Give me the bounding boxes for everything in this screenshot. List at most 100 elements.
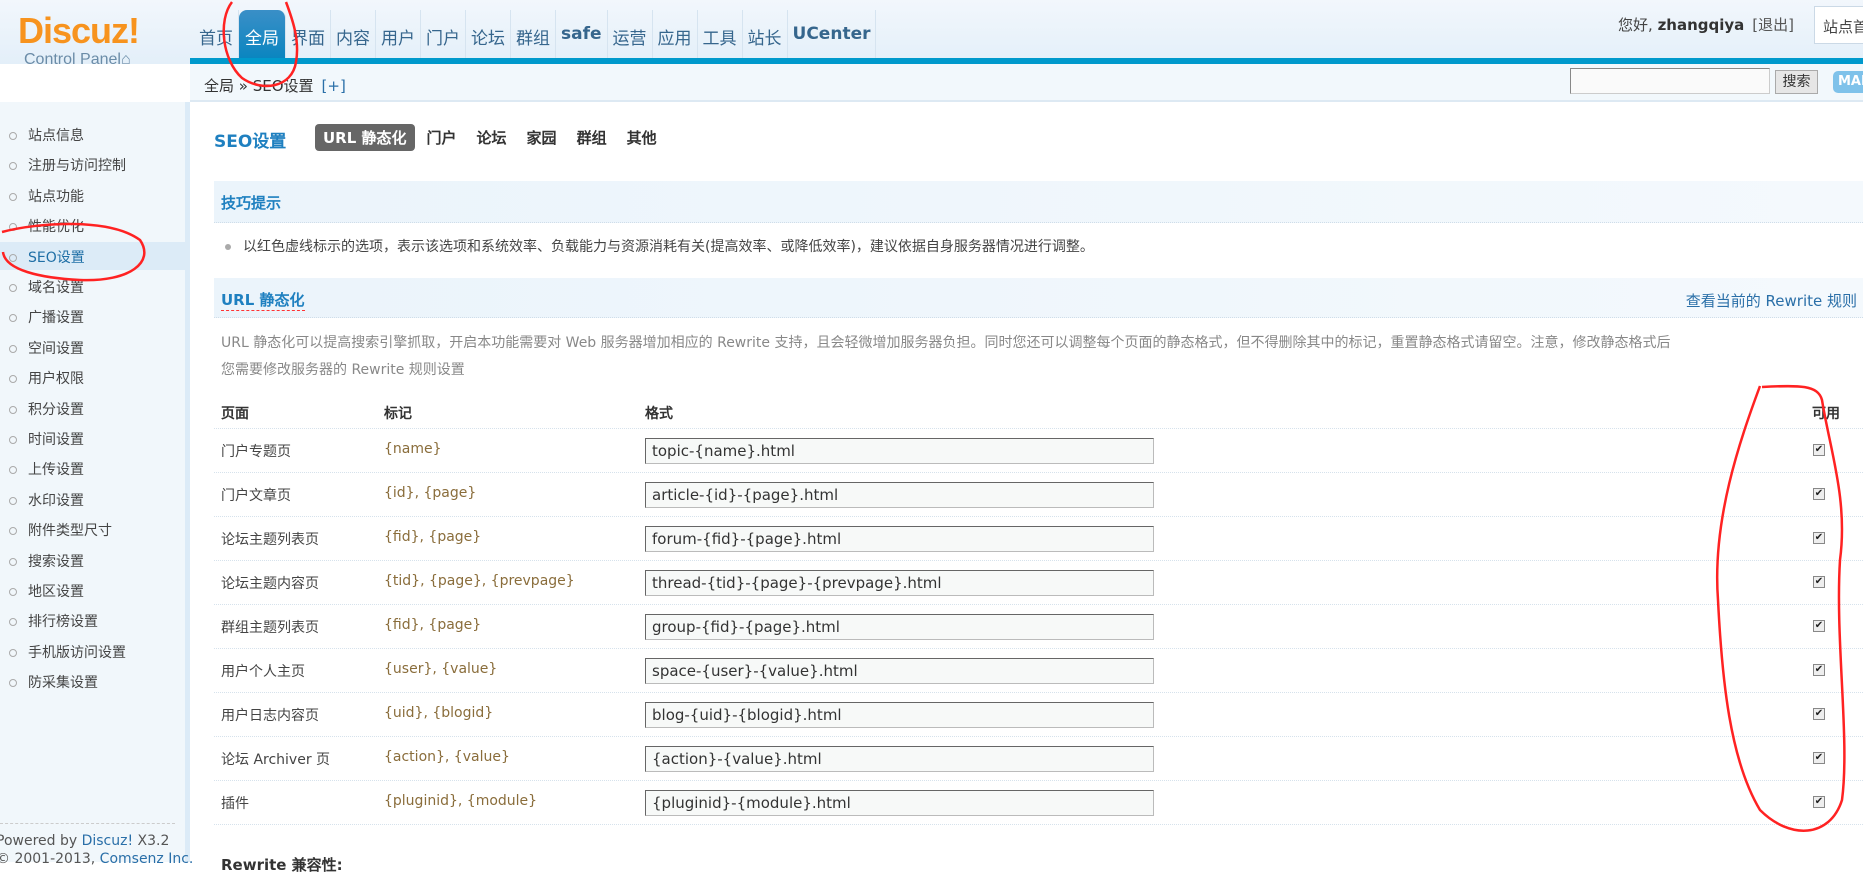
enabled-checkbox[interactable]: ✔ [1813, 532, 1825, 544]
view-rewrite-rules-link[interactable]: 查看当前的 Rewrite 规则 [1686, 290, 1857, 311]
table-row: 论坛主题列表页 {fid}, {page} ✔ [214, 517, 1863, 561]
enabled-checkbox[interactable]: ✔ [1813, 796, 1825, 808]
sidebar-item-5[interactable]: 域名设置 [0, 272, 185, 300]
tab-0[interactable]: URL 静态化 [315, 124, 415, 151]
sidebar-item-10[interactable]: 时间设置 [0, 424, 185, 452]
sidebar-item-18[interactable]: 防采集设置 [0, 667, 185, 695]
logout-link[interactable]: [退出] [1752, 16, 1794, 34]
breadcrumb: 全局 » SEO设置 [+] [204, 77, 346, 95]
table-row: 论坛 Archiver 页 {action}, {value} ✔ [214, 737, 1863, 781]
tab-3[interactable]: 家园 [519, 124, 565, 151]
format-input[interactable] [645, 614, 1154, 640]
logo[interactable]: Discuz! Control Panel⌂ [18, 12, 158, 70]
sidebar-item-15[interactable]: 地区设置 [0, 576, 185, 604]
sidebar-item-2[interactable]: 站点功能 [0, 181, 185, 209]
nav-item-9[interactable]: 运营 [608, 10, 653, 59]
sidebar-item-6[interactable]: 广播设置 [0, 302, 185, 330]
tips-text: 以红色虚线标示的选项，表示该选项和系统效率、负载能力与资源消耗有关(提高效率、或… [225, 236, 1094, 256]
tags: {fid}, {page} [384, 617, 482, 633]
tab-2[interactable]: 论坛 [469, 124, 515, 151]
search-button[interactable]: 搜索 [1775, 70, 1818, 94]
sidebar-item-11[interactable]: 上传设置 [0, 454, 185, 482]
nav-item-11[interactable]: 工具 [698, 10, 743, 59]
sidebar-item-8[interactable]: 用户权限 [0, 363, 185, 391]
enabled-checkbox[interactable]: ✔ [1813, 752, 1825, 764]
home-icon: ⌂ [120, 51, 131, 68]
nav-item-7[interactable]: 群组 [511, 10, 556, 59]
nav-item-5[interactable]: 门户 [421, 10, 466, 59]
nav-item-10[interactable]: 应用 [653, 10, 698, 59]
sidebar-item-17[interactable]: 手机版访问设置 [0, 637, 185, 665]
tab-1[interactable]: 门户 [419, 124, 465, 151]
header: Discuz! Control Panel⌂ 首页 全局 界面 内容 用户 门户 论坛 群组 s… [0, 0, 1863, 68]
sidebar-item-1[interactable]: 注册与访问控制 [0, 150, 185, 178]
enabled-checkbox[interactable]: ✔ [1813, 620, 1825, 632]
sidebar-item-7[interactable]: 空间设置 [0, 333, 185, 361]
nav-item-12[interactable]: 站长 [743, 10, 788, 59]
enabled-checkbox[interactable]: ✔ [1813, 708, 1825, 720]
rewrite-compat-label: Rewrite 兼容性: [221, 856, 343, 874]
breadcrumb-bar: 全局 » SEO设置[+] 搜索 MAP [190, 64, 1863, 102]
site-home-link[interactable]: 站点首页 [1814, 6, 1863, 44]
enabled-checkbox[interactable]: ✔ [1813, 488, 1825, 500]
format-input[interactable] [645, 482, 1154, 508]
sidebar-item-4[interactable]: SEO设置 [0, 241, 185, 270]
discuz-link[interactable]: Discuz! [82, 833, 134, 849]
page-name: 用户日志内容页 [221, 708, 319, 724]
enabled-checkbox[interactable]: ✔ [1813, 444, 1825, 456]
comsenz-link[interactable]: Comsenz Inc. [100, 851, 194, 867]
sidebar-item-12[interactable]: 水印设置 [0, 485, 185, 513]
nav-item-1[interactable]: 全局 [239, 10, 286, 59]
divider [0, 823, 175, 824]
sidebar-item-3[interactable]: 性能优化 [0, 211, 185, 239]
sidebar-item-16[interactable]: 排行榜设置 [0, 606, 185, 634]
tabs: URL 静态化 门户 论坛 家园 群组 其他 [315, 124, 665, 151]
tab-5[interactable]: 其他 [619, 124, 665, 151]
format-input[interactable] [645, 702, 1154, 728]
tags: {uid}, {blogid} [384, 705, 494, 721]
nav-item-2[interactable]: 界面 [286, 10, 331, 59]
nav-item-13[interactable]: UCenter [788, 10, 877, 59]
format-input[interactable] [645, 570, 1154, 596]
sidebar-item-9[interactable]: 积分设置 [0, 394, 185, 422]
tips-header: 技巧提示 [214, 181, 1863, 223]
tags: {user}, {value} [384, 661, 498, 677]
page-name: 论坛 Archiver 页 [221, 752, 331, 768]
tab-4[interactable]: 群组 [569, 124, 615, 151]
table-header: 页面 标记 格式 可用 [214, 391, 1863, 429]
section-header: URL 静态化 查看当前的 Rewrite 规则 [214, 278, 1863, 318]
enabled-checkbox[interactable]: ✔ [1813, 664, 1825, 676]
add-shortcut-button[interactable]: [+] [322, 77, 346, 95]
format-input[interactable] [645, 438, 1154, 464]
tags: {name} [384, 441, 442, 457]
sidebar-item-14[interactable]: 搜索设置 [0, 546, 185, 574]
nav-item-0[interactable]: 首页 [194, 10, 239, 59]
tags: {fid}, {page} [384, 529, 482, 545]
format-input[interactable] [645, 658, 1154, 684]
tags: {pluginid}, {module} [384, 793, 538, 809]
nav-item-4[interactable]: 用户 [376, 10, 421, 59]
search-input[interactable] [1570, 68, 1770, 94]
format-input[interactable] [645, 746, 1154, 772]
tags: {action}, {value} [384, 749, 510, 765]
page-title: SEO设置 [214, 132, 287, 152]
format-input[interactable] [645, 526, 1154, 552]
nav-item-8[interactable]: safe [556, 10, 608, 59]
nav-item-3[interactable]: 内容 [331, 10, 376, 59]
table-row: 群组主题列表页 {fid}, {page} ✔ [214, 605, 1863, 649]
format-input[interactable] [645, 790, 1154, 816]
page-name: 门户文章页 [221, 488, 291, 504]
sidebar-item-13[interactable]: 附件类型尺寸 [0, 515, 185, 543]
sidebar-item-0[interactable]: 站点信息 [0, 120, 185, 148]
table-row: 插件 {pluginid}, {module} ✔ [214, 781, 1863, 825]
table-row: 门户专题页 {name} ✔ [214, 429, 1863, 473]
username: zhangqiya [1657, 16, 1745, 34]
map-button[interactable]: MAP [1833, 71, 1863, 93]
page-name: 群组主题列表页 [221, 620, 319, 636]
page-name: 论坛主题列表页 [221, 532, 319, 548]
nav-item-6[interactable]: 论坛 [466, 10, 511, 59]
page-name: 论坛主题内容页 [221, 576, 319, 592]
enabled-checkbox[interactable]: ✔ [1813, 576, 1825, 588]
table-row: 用户日志内容页 {uid}, {blogid} ✔ [214, 693, 1863, 737]
table-row: 用户个人主页 {user}, {value} ✔ [214, 649, 1863, 693]
